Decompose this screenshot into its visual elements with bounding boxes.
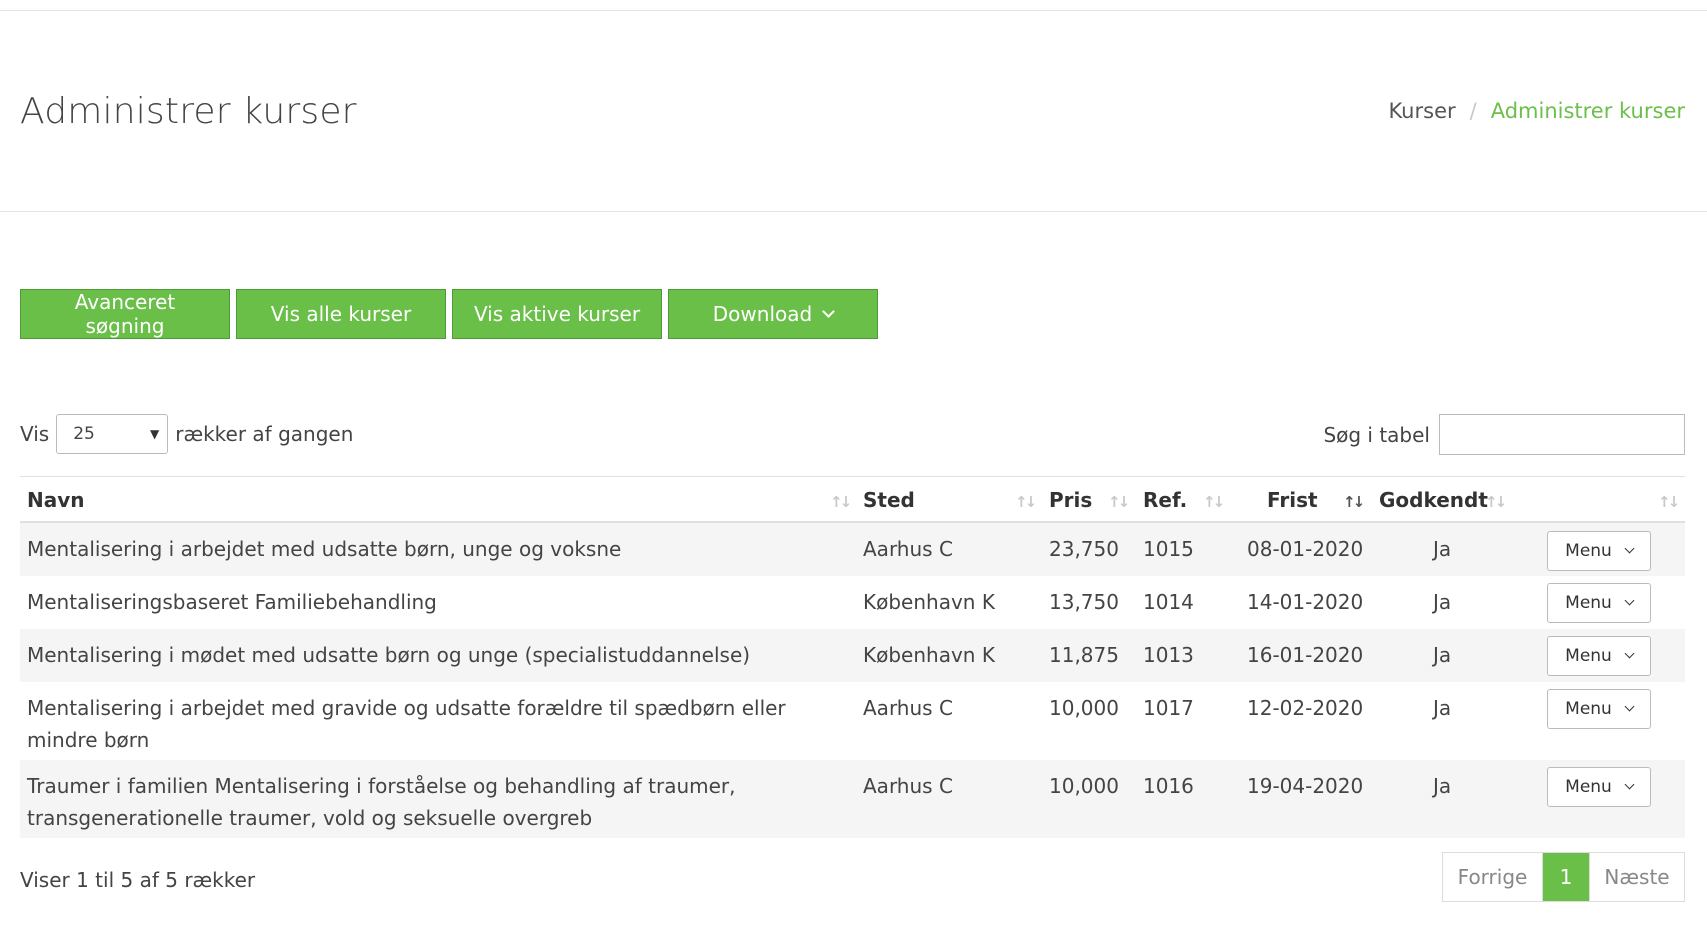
row-menu-label: Menu <box>1565 646 1612 666</box>
cell-ref: 1016 <box>1143 774 1194 798</box>
chevron-down-icon <box>1624 779 1635 790</box>
cell-godkendt: Ja <box>1433 537 1452 561</box>
rows-per-page: Vis 25 ▼ rækker af gangen <box>20 414 353 454</box>
sort-icon[interactable]: ↑↓ <box>1485 493 1507 511</box>
table-row: Mentalisering i arbejdet med gravide og … <box>20 682 1685 760</box>
cell-frist: 19-04-2020 <box>1247 774 1364 798</box>
row-menu-label: Menu <box>1565 777 1612 797</box>
table-header: Navn ↑↓ Sted ↑↓ Pris ↑↓ Ref. ↑↓ Frist ↑↓… <box>20 477 1685 523</box>
cell-pris: 23,750 <box>1049 537 1119 561</box>
column-header-frist[interactable]: Frist <box>1267 477 1318 523</box>
cell-frist: 16-01-2020 <box>1247 643 1364 667</box>
sort-icon[interactable]: ↑↓ <box>1108 493 1130 511</box>
column-header-ref[interactable]: Ref. <box>1143 477 1187 523</box>
rows-per-page-select[interactable]: 25 ▼ <box>56 414 169 454</box>
advanced-search-button[interactable]: Avanceret søgning <box>20 289 230 339</box>
page-title: Administrer kurser <box>20 91 357 132</box>
cell-sted: Aarhus C <box>863 774 953 798</box>
table-search-input[interactable] <box>1439 414 1685 455</box>
breadcrumb-current: Administrer kurser <box>1490 99 1685 123</box>
rows-per-page-value: 25 <box>73 424 95 444</box>
cell-godkendt: Ja <box>1433 774 1452 798</box>
cell-godkendt: Ja <box>1433 696 1452 720</box>
row-menu-label: Menu <box>1565 593 1612 613</box>
cell-sted: København K <box>863 590 995 614</box>
cell-ref: 1014 <box>1143 590 1194 614</box>
cell-pris: 10,000 <box>1049 696 1119 720</box>
sort-ascending-icon[interactable]: ↑↓ <box>1343 493 1365 511</box>
cell-sted: Aarhus C <box>863 696 953 720</box>
toolbar: Avanceret søgning Vis alle kurser Vis ak… <box>20 289 878 339</box>
table-row: Mentalisering i mødet med udsatte børn o… <box>20 629 1685 682</box>
cell-pris: 13,750 <box>1049 590 1119 614</box>
cell-navn: Mentalisering i arbejdet med udsatte bør… <box>27 537 622 561</box>
cell-ref: 1017 <box>1143 696 1194 720</box>
row-menu-button[interactable]: Menu <box>1547 689 1651 729</box>
pagination-previous[interactable]: Forrige <box>1443 853 1543 901</box>
pagination: Forrige 1 Næste <box>1442 852 1685 902</box>
cell-navn: Mentalisering i arbejdet med gravide og … <box>27 696 786 752</box>
row-menu-label: Menu <box>1565 699 1612 719</box>
column-header-navn[interactable]: Navn <box>27 477 85 523</box>
row-menu-button[interactable]: Menu <box>1547 636 1651 676</box>
breadcrumb: Kurser / Administrer kurser <box>1388 99 1685 123</box>
caret-down-icon: ▼ <box>149 427 160 441</box>
row-menu-button[interactable]: Menu <box>1547 767 1651 807</box>
cell-navn: Traumer i familien Mentalisering i forst… <box>27 774 736 830</box>
page-header: Administrer kurser Kurser / Administrer … <box>0 11 1707 212</box>
breadcrumb-root[interactable]: Kurser <box>1388 99 1455 123</box>
chevron-down-icon <box>1624 701 1635 712</box>
cell-pris: 11,875 <box>1049 643 1119 667</box>
chevron-down-icon <box>1624 543 1635 554</box>
cell-navn: Mentalisering i mødet med udsatte børn o… <box>27 643 751 667</box>
column-header-sted[interactable]: Sted <box>863 477 915 523</box>
table-info: Viser 1 til 5 af 5 rækker <box>20 868 256 892</box>
sort-icon[interactable]: ↑↓ <box>830 493 852 511</box>
row-menu-button[interactable]: Menu <box>1547 531 1651 571</box>
table-row: Traumer i familien Mentalisering i forst… <box>20 760 1685 838</box>
cell-navn: Mentaliseringsbaseret Familiebehandling <box>27 590 437 614</box>
table-row: Mentaliseringsbaseret Familiebehandling … <box>20 576 1685 629</box>
rows-per-page-suffix: rækker af gangen <box>175 422 354 446</box>
rows-per-page-prefix: Vis <box>20 422 50 446</box>
chevron-down-icon <box>1624 648 1635 659</box>
pagination-page-1[interactable]: 1 <box>1543 853 1589 901</box>
table-search-label: Søg i tabel <box>1323 422 1430 447</box>
row-menu-label: Menu <box>1565 541 1612 561</box>
table-search: Søg i tabel <box>1323 414 1685 455</box>
cell-ref: 1015 <box>1143 537 1194 561</box>
row-menu-button[interactable]: Menu <box>1547 583 1651 623</box>
download-dropdown-button[interactable]: Download <box>668 289 878 339</box>
table-row: Mentalisering i arbejdet med udsatte bør… <box>20 523 1685 576</box>
show-all-courses-button[interactable]: Vis alle kurser <box>236 289 446 339</box>
show-active-courses-button[interactable]: Vis aktive kurser <box>452 289 662 339</box>
cell-frist: 14-01-2020 <box>1247 590 1364 614</box>
cell-godkendt: Ja <box>1433 590 1452 614</box>
column-header-pris[interactable]: Pris <box>1049 477 1092 523</box>
chevron-down-icon <box>822 304 836 318</box>
sort-icon[interactable]: ↑↓ <box>1015 493 1037 511</box>
pagination-next[interactable]: Næste <box>1589 853 1684 901</box>
column-header-godkendt[interactable]: Godkendt <box>1379 477 1488 523</box>
cell-frist: 08-01-2020 <box>1247 537 1364 561</box>
courses-table: Navn ↑↓ Sted ↑↓ Pris ↑↓ Ref. ↑↓ Frist ↑↓… <box>20 476 1685 838</box>
sort-icon[interactable]: ↑↓ <box>1658 493 1680 511</box>
cell-sted: Aarhus C <box>863 537 953 561</box>
cell-frist: 12-02-2020 <box>1247 696 1364 720</box>
cell-godkendt: Ja <box>1433 643 1452 667</box>
cell-ref: 1013 <box>1143 643 1194 667</box>
cell-pris: 10,000 <box>1049 774 1119 798</box>
sort-icon[interactable]: ↑↓ <box>1203 493 1225 511</box>
chevron-down-icon <box>1624 595 1635 606</box>
download-label: Download <box>712 302 813 326</box>
cell-sted: København K <box>863 643 995 667</box>
breadcrumb-separator: / <box>1469 99 1477 123</box>
